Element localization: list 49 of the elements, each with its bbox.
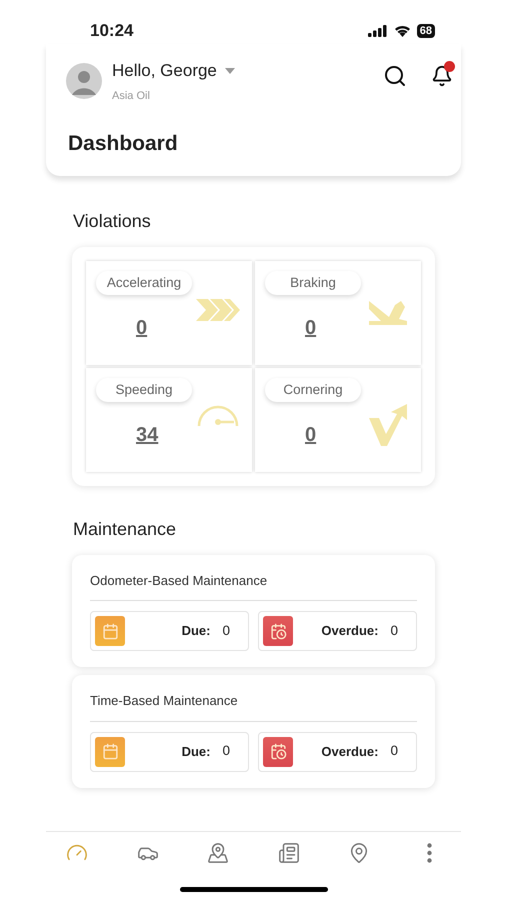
calendar-alert-icon (263, 736, 293, 766)
tile-count: 0 (222, 622, 230, 640)
chevrons-icon (196, 296, 240, 322)
document-icon (278, 842, 300, 864)
violation-count[interactable]: 0 (305, 420, 316, 450)
violation-tile[interactable]: Cornering 0 (255, 368, 421, 472)
speedometer-icon (196, 404, 240, 428)
tile-label: Due: (182, 742, 210, 761)
tile-label: Due: (182, 622, 210, 640)
avatar (66, 63, 102, 99)
violation-count[interactable]: 0 (305, 312, 316, 343)
signal-icon (368, 25, 388, 37)
tile-label: Overdue: (321, 742, 378, 761)
card-title: Time-Based Maintenance (90, 691, 417, 722)
card-title: Odometer-Based Maintenance (90, 570, 417, 601)
battery-indicator: 68 (416, 24, 435, 38)
more-icon (427, 843, 432, 863)
notification-bell-icon[interactable] (431, 65, 453, 87)
greeting: Hello, George (112, 60, 217, 82)
violation-tile[interactable]: Accelerating 0 (86, 260, 252, 364)
dropdown-caret-icon[interactable] (224, 68, 235, 74)
company-name: Asia Oil (112, 88, 151, 104)
calendar-icon (95, 736, 125, 766)
page-title: Dashboard (67, 131, 179, 157)
maintenance-tile[interactable]: Overdue: 0 (258, 611, 417, 651)
violation-count[interactable]: 34 (136, 420, 158, 450)
wifi-icon (394, 25, 411, 37)
tile-count: 0 (390, 742, 398, 760)
violation-tile[interactable]: Braking 0 (255, 260, 421, 364)
maintenance-tile[interactable]: Due: 0 (90, 732, 249, 772)
tile-count: 0 (222, 742, 230, 760)
tile-label: Overdue: (321, 622, 378, 640)
violation-label: Speeding (96, 378, 192, 402)
search-icon[interactable] (383, 64, 407, 88)
status-time: 10:24 (90, 20, 134, 42)
calendar-icon (95, 616, 125, 646)
map-icon (207, 842, 230, 864)
section-title: Violations (73, 210, 152, 232)
violation-label: Braking (265, 270, 361, 295)
turn-arrow-icon (369, 404, 409, 446)
violation-label: Cornering (265, 378, 361, 402)
maintenance-tile[interactable]: Due: 0 (90, 611, 249, 651)
violation-tile[interactable]: Speeding 34 (86, 368, 252, 472)
violation-label: Accelerating (96, 270, 192, 295)
violation-count[interactable]: 0 (136, 312, 148, 343)
calendar-alert-icon (263, 616, 293, 646)
maintenance-tile[interactable]: Overdue: 0 (258, 732, 417, 772)
section-title: Maintenance (73, 518, 178, 540)
tile-count: 0 (390, 622, 398, 640)
